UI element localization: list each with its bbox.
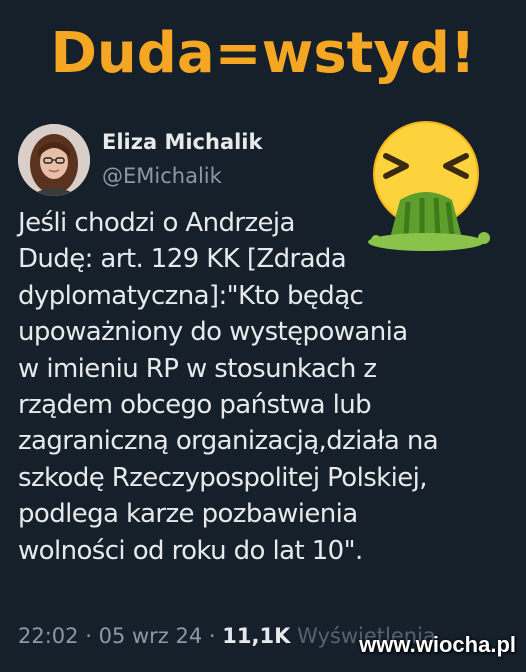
tweet-text-line: w imieniu RP w stosunkach z bbox=[18, 353, 377, 384]
tweet-text-line: podlega karze pozbawienia bbox=[18, 499, 358, 530]
tweet-text-line: Jeśli chodzi o Andrzeja bbox=[18, 208, 295, 238]
author-avatar[interactable] bbox=[18, 124, 90, 196]
tweet-date[interactable]: 05 wrz 24 bbox=[99, 624, 203, 648]
meta-separator: · bbox=[208, 624, 216, 648]
tweet-text-line: rządem obcego państwa lub bbox=[18, 390, 372, 421]
tweet-time[interactable]: 22:02 bbox=[18, 624, 79, 648]
tweet-text-line: szkodę Rzeczypospolitej Polskiej, bbox=[18, 462, 428, 493]
headline-title: Duda=wstyd! bbox=[50, 21, 476, 86]
meta-separator: · bbox=[85, 624, 92, 648]
author-handle[interactable]: @EMichalik bbox=[102, 164, 222, 188]
site-watermark: www.wiocha.pl bbox=[359, 632, 516, 657]
tweet-text: Jeśli chodzi o Andrzeja Dudę: art. 129 K… bbox=[18, 205, 439, 569]
tweet-text-line: wolności od roku do lat 10". bbox=[18, 535, 363, 566]
tweet-text-line: zagraniczną organizacją,działa na bbox=[18, 426, 439, 457]
author-name[interactable]: Eliza Michalik bbox=[102, 130, 262, 154]
tweet-text-line: upoważniony do występowania bbox=[18, 317, 408, 348]
views-count: 11,1K bbox=[222, 624, 291, 648]
tweet-text-line: dyplomatyczna]:"Kto będąc bbox=[18, 280, 364, 311]
woman-portrait-avatar-icon bbox=[18, 124, 90, 196]
tweet-text-line: Dudę: art. 129 KK [Zdrada bbox=[18, 244, 347, 275]
